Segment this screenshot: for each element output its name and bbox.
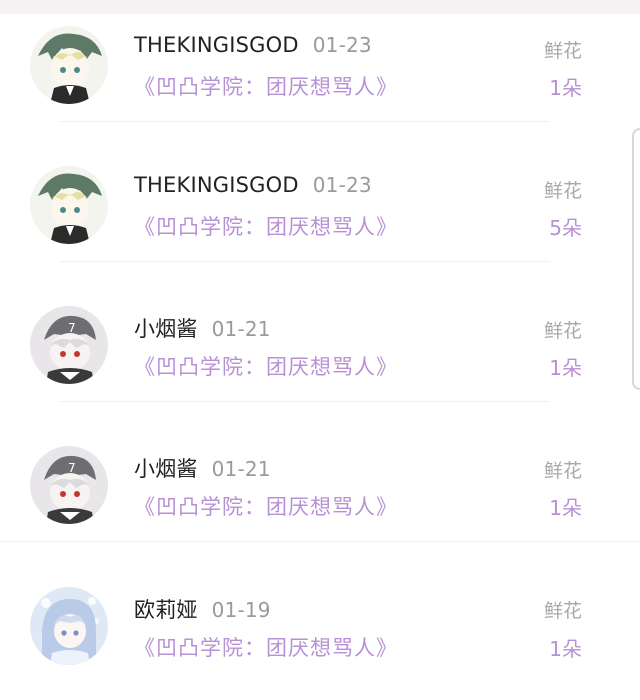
list-item[interactable]: 欧莉娅 01-19 《凹凸学院：团厌想骂人》 鲜花 1朵 xyxy=(0,560,610,700)
work-title-link[interactable]: 《凹凸学院：团厌想骂人》 xyxy=(134,351,398,381)
username[interactable]: 小烟酱 01-21 xyxy=(134,313,271,343)
work-title-link[interactable]: 《凹凸学院：团厌想骂人》 xyxy=(134,71,398,101)
avatar[interactable]: 7 xyxy=(30,446,108,524)
gift-count: 1朵 xyxy=(549,356,582,380)
side-panel-edge[interactable] xyxy=(632,128,640,390)
username[interactable]: 欧莉娅 01-19 xyxy=(134,594,271,624)
list-item[interactable]: THEKINGISGOD 01-23 《凹凸学院：团厌想骂人》 鲜花 1朵 xyxy=(0,0,610,140)
username-text[interactable]: THEKINGISGOD xyxy=(134,173,299,197)
date: 01-23 xyxy=(312,173,372,197)
gift-type: 鲜花 xyxy=(543,600,582,622)
username[interactable]: THEKINGISGOD 01-23 xyxy=(134,33,372,57)
row-divider xyxy=(60,261,550,262)
blue-hair-girl-avatar-icon xyxy=(30,587,108,665)
work-title-link[interactable]: 《凹凸学院：团厌想骂人》 xyxy=(134,491,398,521)
gift-type: 鲜花 xyxy=(543,40,582,62)
work-title-link[interactable]: 《凹凸学院：团厌想骂人》 xyxy=(134,632,398,662)
username[interactable]: 小烟酱 01-21 xyxy=(134,453,271,483)
list-item[interactable]: 7 小烟酱 01-21 《凹凸学院：团厌想骂人》 鲜花 1朵 xyxy=(0,280,610,420)
gift-type: 鲜花 xyxy=(543,460,582,482)
gift-type: 鲜花 xyxy=(543,180,582,202)
gift-count: 1朵 xyxy=(549,637,582,661)
date: 01-21 xyxy=(211,457,271,481)
username-text[interactable]: 欧莉娅 xyxy=(134,598,198,622)
date: 01-19 xyxy=(211,598,271,622)
list-item[interactable]: THEKINGISGOD 01-23 《凹凸学院：团厌想骂人》 鲜花 5朵 xyxy=(0,140,610,280)
avatar[interactable] xyxy=(30,166,108,244)
list-item[interactable]: 7 小烟酱 01-21 《凹凸学院：团厌想骂人》 鲜花 1朵 xyxy=(0,420,610,560)
svg-text:7: 7 xyxy=(68,321,76,335)
gift-type: 鲜花 xyxy=(543,320,582,342)
avatar[interactable] xyxy=(30,587,108,665)
white-hair-cap-avatar-icon: 7 xyxy=(30,446,108,524)
green-hair-boy-avatar-icon xyxy=(30,166,108,244)
white-hair-cap-avatar-icon: 7 xyxy=(30,306,108,384)
green-hair-boy-avatar-icon xyxy=(30,26,108,104)
avatar[interactable] xyxy=(30,26,108,104)
gift-list: THEKINGISGOD 01-23 《凹凸学院：团厌想骂人》 鲜花 1朵 THE… xyxy=(0,0,640,681)
username-text[interactable]: 小烟酱 xyxy=(134,317,198,341)
username-text[interactable]: THEKINGISGOD xyxy=(134,33,299,57)
username[interactable]: THEKINGISGOD 01-23 xyxy=(134,173,372,197)
row-divider xyxy=(60,401,550,402)
gift-count: 1朵 xyxy=(549,76,582,100)
username-text[interactable]: 小烟酱 xyxy=(134,457,198,481)
row-divider xyxy=(60,121,550,122)
date: 01-21 xyxy=(211,317,271,341)
row-divider xyxy=(0,541,640,542)
svg-text:7: 7 xyxy=(68,461,76,475)
gift-count: 1朵 xyxy=(549,496,582,520)
avatar[interactable]: 7 xyxy=(30,306,108,384)
work-title-link[interactable]: 《凹凸学院：团厌想骂人》 xyxy=(134,211,398,241)
date: 01-23 xyxy=(312,33,372,57)
gift-count: 5朵 xyxy=(549,216,582,240)
